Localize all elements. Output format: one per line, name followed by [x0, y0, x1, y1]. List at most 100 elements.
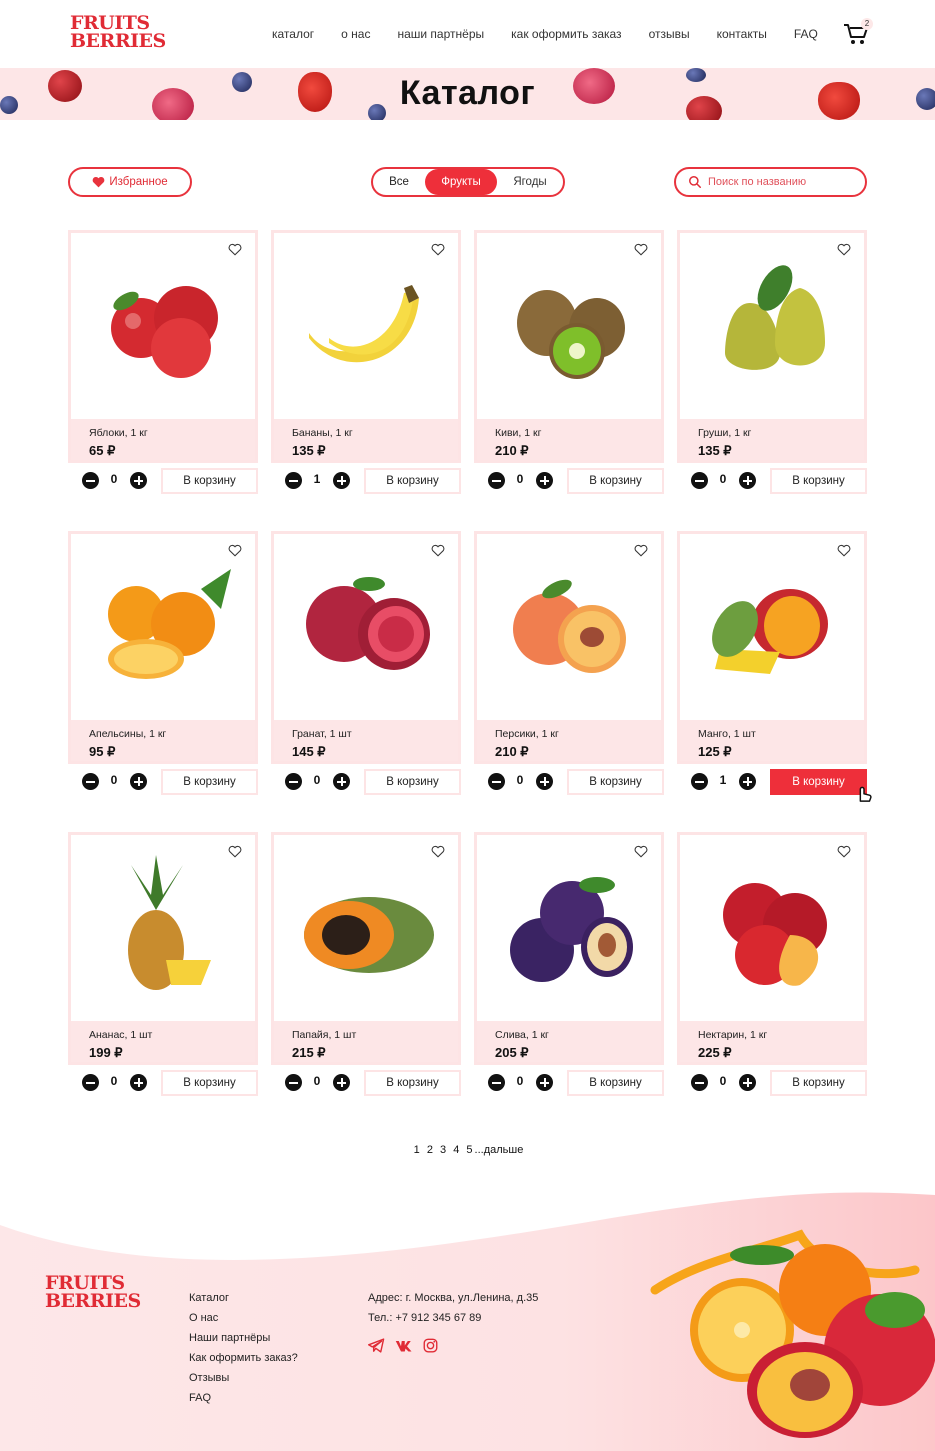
quantity-value: 0 [719, 1074, 727, 1088]
favorites-button[interactable]: Избранное [68, 167, 192, 197]
decrease-quantity-button[interactable] [285, 472, 302, 489]
product-name: Нектарин, 1 кг [698, 1029, 768, 1041]
increase-quantity-button[interactable] [536, 472, 553, 489]
vk-icon[interactable] [395, 1338, 413, 1358]
decrease-quantity-button[interactable] [488, 1074, 505, 1091]
segment-all[interactable]: Все [373, 169, 425, 195]
product-card[interactable]: Киви, 1 кг 210 ₽ [474, 230, 664, 463]
footer-link-reviews[interactable]: Отзывы [189, 1372, 298, 1392]
footer-link-partners[interactable]: Наши партнёры [189, 1332, 298, 1352]
nav-how-to-order[interactable]: как оформить заказ [511, 27, 621, 41]
add-to-cart-button[interactable]: В корзину [161, 769, 258, 795]
main-nav: каталог о нас наши партнёры как оформить… [272, 27, 845, 41]
product-price: 135 ₽ [698, 443, 732, 458]
increase-quantity-button[interactable] [333, 773, 350, 790]
increase-quantity-button[interactable] [333, 472, 350, 489]
favorite-heart-icon[interactable] [634, 544, 648, 557]
decrease-quantity-button[interactable] [82, 1074, 99, 1091]
add-to-cart-button[interactable]: В корзину [567, 468, 664, 494]
increase-quantity-button[interactable] [130, 472, 147, 489]
product-card[interactable]: Нектарин, 1 кг 225 ₽ [677, 832, 867, 1065]
page-title: Каталог [399, 74, 536, 112]
decrease-quantity-button[interactable] [82, 472, 99, 489]
decrease-quantity-button[interactable] [691, 472, 708, 489]
product-image [513, 579, 626, 673]
footer-link-faq[interactable]: FAQ [189, 1392, 298, 1412]
nav-faq[interactable]: FAQ [794, 27, 818, 41]
favorite-heart-icon[interactable] [228, 845, 242, 858]
quantity-controls: 0 В корзину [474, 769, 664, 795]
decrease-quantity-button[interactable] [82, 773, 99, 790]
brand-logo[interactable]: FRUITS BERRIES [70, 13, 166, 50]
product-price: 95 ₽ [89, 744, 116, 759]
page-4[interactable]: 4 [453, 1144, 459, 1156]
product-card[interactable]: Ананас, 1 шт 199 ₽ [68, 832, 258, 1065]
decrease-quantity-button[interactable] [488, 472, 505, 489]
add-to-cart-button[interactable]: В корзину [567, 1070, 664, 1096]
page-5[interactable]: 5 [466, 1144, 472, 1156]
page-1[interactable]: 1 [414, 1144, 420, 1156]
product-card[interactable]: Манго, 1 шт 125 ₽ [677, 531, 867, 764]
search-input[interactable] [708, 176, 858, 188]
product-card[interactable]: Апельсины, 1 кг 95 ₽ [68, 531, 258, 764]
favorite-heart-icon[interactable] [431, 845, 445, 858]
telegram-icon[interactable] [368, 1338, 385, 1358]
product-card[interactable]: Папайя, 1 шт 215 ₽ [271, 832, 461, 1065]
favorite-heart-icon[interactable] [837, 544, 851, 557]
footer-link-about[interactable]: О нас [189, 1312, 298, 1332]
segment-berries[interactable]: Ягоды [497, 169, 563, 195]
increase-quantity-button[interactable] [536, 773, 553, 790]
decrease-quantity-button[interactable] [488, 773, 505, 790]
page-3[interactable]: 3 [440, 1144, 446, 1156]
add-to-cart-button[interactable]: В корзину [770, 468, 867, 494]
favorite-heart-icon[interactable] [228, 243, 242, 256]
product-card[interactable]: Персики, 1 кг 210 ₽ [474, 531, 664, 764]
footer-link-how-to-order[interactable]: Как оформить заказ? [189, 1352, 298, 1372]
product-info: Ананас, 1 шт 199 ₽ [71, 1021, 255, 1062]
increase-quantity-button[interactable] [739, 1074, 756, 1091]
product-card[interactable]: Бананы, 1 кг 135 ₽ [271, 230, 461, 463]
product-card[interactable]: Яблоки, 1 кг 65 ₽ [68, 230, 258, 463]
nav-reviews[interactable]: отзывы [649, 27, 690, 41]
product-card[interactable]: Груши, 1 кг 135 ₽ [677, 230, 867, 463]
footer-logo[interactable]: FRUITS BERRIES [45, 1273, 141, 1310]
favorite-heart-icon[interactable] [837, 845, 851, 858]
product-image [128, 855, 211, 990]
add-to-cart-button[interactable]: В корзину [364, 769, 461, 795]
favorite-heart-icon[interactable] [431, 243, 445, 256]
add-to-cart-button[interactable]: В корзину [161, 1070, 258, 1096]
decrease-quantity-button[interactable] [691, 773, 708, 790]
increase-quantity-button[interactable] [536, 1074, 553, 1091]
nav-catalog[interactable]: каталог [272, 27, 314, 41]
decrease-quantity-button[interactable] [285, 1074, 302, 1091]
favorite-heart-icon[interactable] [431, 544, 445, 557]
increase-quantity-button[interactable] [739, 773, 756, 790]
decrease-quantity-button[interactable] [285, 773, 302, 790]
increase-quantity-button[interactable] [130, 1074, 147, 1091]
favorite-heart-icon[interactable] [634, 243, 648, 256]
nav-contacts[interactable]: контакты [717, 27, 767, 41]
add-to-cart-button[interactable]: В корзину [161, 468, 258, 494]
segment-fruits[interactable]: Фрукты [425, 169, 497, 195]
favorite-heart-icon[interactable] [228, 544, 242, 557]
add-to-cart-button[interactable]: В корзину [364, 1070, 461, 1096]
decrease-quantity-button[interactable] [691, 1074, 708, 1091]
favorite-heart-icon[interactable] [634, 845, 648, 858]
nav-about[interactable]: о нас [341, 27, 370, 41]
next-page-link[interactable]: дальше [484, 1144, 524, 1156]
product-name: Киви, 1 кг [495, 427, 542, 439]
increase-quantity-button[interactable] [333, 1074, 350, 1091]
increase-quantity-button[interactable] [130, 773, 147, 790]
social-links [368, 1338, 448, 1358]
favorite-heart-icon[interactable] [837, 243, 851, 256]
add-to-cart-button[interactable]: В корзину [770, 1070, 867, 1096]
product-card[interactable]: Гранат, 1 шт 145 ₽ [271, 531, 461, 764]
page-2[interactable]: 2 [427, 1144, 433, 1156]
add-to-cart-button[interactable]: В корзину [364, 468, 461, 494]
instagram-icon[interactable] [423, 1338, 438, 1358]
footer-link-catalog[interactable]: Каталог [189, 1292, 298, 1312]
product-card[interactable]: Слива, 1 кг 205 ₽ [474, 832, 664, 1065]
increase-quantity-button[interactable] [739, 472, 756, 489]
add-to-cart-button[interactable]: В корзину [567, 769, 664, 795]
nav-partners[interactable]: наши партнёры [397, 27, 484, 41]
